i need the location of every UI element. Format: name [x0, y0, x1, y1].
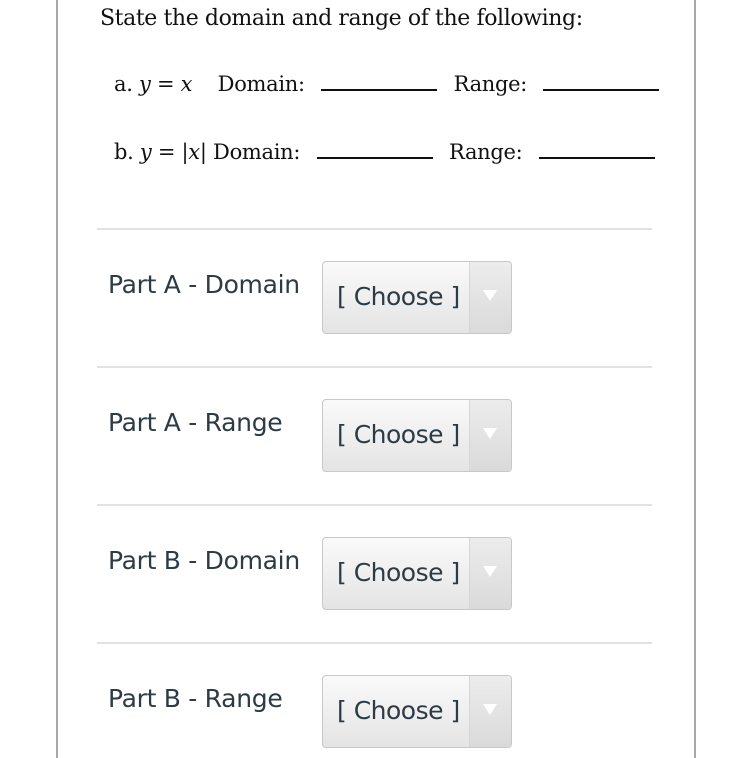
divider [97, 366, 652, 368]
row-equation: y = x [139, 72, 193, 96]
select-value: [ Choose ] [337, 558, 460, 587]
divider [97, 228, 652, 230]
part-b-domain-select[interactable]: [ Choose ] [322, 537, 512, 610]
range-blank [538, 143, 655, 159]
select-value: [ Choose ] [337, 282, 460, 311]
chevron-down-icon [483, 290, 497, 301]
part-b-domain-label: Part B - Domain [108, 546, 300, 575]
part-b-range-select[interactable]: [ Choose ] [322, 675, 512, 748]
part-a-range-select[interactable]: [ Choose ] [322, 399, 512, 472]
chevron-down-icon [483, 428, 497, 439]
domain-blank [321, 75, 438, 91]
part-b-range-label: Part B - Range [108, 684, 283, 713]
question-image: State the domain and range of the follow… [100, 0, 660, 200]
range-label: Range: [448, 140, 523, 164]
row-prefix: a. [114, 72, 133, 96]
row-equation: y = |x| [139, 140, 207, 164]
part-a-domain-select[interactable]: [ Choose ] [322, 261, 512, 334]
domain-blank [316, 143, 433, 159]
question-row-a: a. y = x Domain: Range: [114, 72, 669, 96]
select-value: [ Choose ] [337, 696, 460, 725]
part-a-domain-label: Part A - Domain [108, 270, 300, 299]
range-label: Range: [453, 72, 528, 96]
domain-label: Domain: [213, 140, 301, 164]
range-blank [543, 75, 660, 91]
part-a-range-label: Part A - Range [108, 408, 283, 437]
row-prefix: b. [114, 140, 134, 164]
question-row-b: b. y = |x| Domain: Range: [114, 140, 665, 164]
select-value: [ Choose ] [337, 420, 460, 449]
divider [97, 642, 652, 644]
divider [97, 504, 652, 506]
question-title: State the domain and range of the follow… [100, 6, 583, 31]
domain-label: Domain: [217, 72, 305, 96]
chevron-down-icon [483, 704, 497, 715]
chevron-down-icon [483, 566, 497, 577]
